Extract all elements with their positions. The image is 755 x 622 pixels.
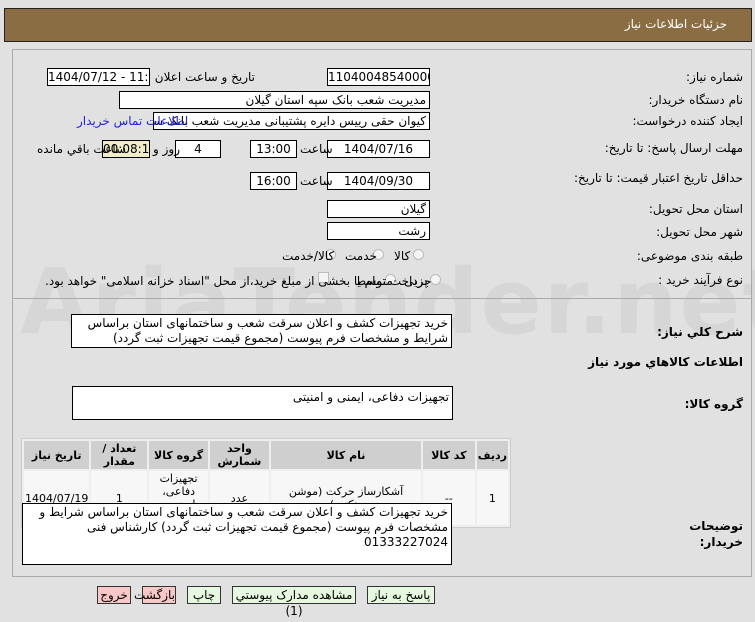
page: جزئیات اطلاعات نیاز AriaTender.net شماره…	[0, 0, 755, 622]
col-code: کد کالا	[423, 441, 475, 469]
goods-group-textarea[interactable]: تجهیزات دفاعی، ایمنی و امنیتی	[72, 386, 453, 420]
table-header-row: ردیف کد کالا نام کالا واحد شمارش گروه کا…	[24, 441, 508, 469]
creator-field: کیوان حقی رییس دایره پشتیبانی مدیریت شعب…	[153, 112, 430, 130]
purchase-radio-minor[interactable]	[430, 274, 441, 285]
validity-date-field: 1404/09/30	[327, 172, 430, 190]
notes-label: توضیحات خریدار:	[689, 519, 743, 549]
creator-label: ایجاد کننده درخواست:	[632, 114, 743, 128]
treasury-note: پرداخت تمام یا بخشی از مبلغ خرید،از محل …	[45, 274, 428, 288]
purchase-type-label: نوع فرآیند خرید :	[658, 273, 743, 287]
description-label: شرح کلي نیاز:	[657, 325, 743, 339]
buyer-label: نام دستگاه خریدار:	[648, 93, 744, 107]
buyer-field: مدیریت شعب بانک سپه استان گیلان	[119, 91, 430, 109]
description-textarea[interactable]: خرید تجهیزات کشف و اعلان سرقت شعب و ساخت…	[71, 314, 452, 348]
deadline-date-field: 1404/07/16	[327, 140, 430, 158]
city-field: رشت	[327, 222, 430, 240]
deadline-time-field: 13:00	[250, 140, 297, 158]
print-button[interactable]: چاپ	[187, 586, 221, 604]
col-name: نام کالا	[271, 441, 421, 469]
reply-button[interactable]: پاسخ به نیاز	[367, 586, 435, 604]
days-field: 4	[175, 140, 221, 158]
days-label: روز و	[153, 142, 180, 156]
validity-label: حداقل تاریخ اعتبار قیمت: تا تاریخ:	[573, 171, 743, 185]
province-label: استان محل تحویل:	[648, 202, 743, 216]
col-date: تاریخ نیاز	[24, 441, 90, 469]
category-radio-goods[interactable]	[413, 249, 424, 260]
buyer-contact-link[interactable]: اطلاعات تماس خریدار	[77, 114, 188, 128]
col-unit: واحد شمارش	[209, 441, 270, 469]
need-number-label: شماره نیاز:	[686, 70, 743, 84]
validity-time-field: 16:00	[250, 172, 297, 190]
category-option-service: خدمت	[345, 249, 377, 263]
need-number-field: 1104004854000032	[327, 68, 430, 86]
page-title: جزئیات اطلاعات نیاز	[624, 17, 727, 31]
goods-group-label: گروه کالا:	[684, 397, 743, 411]
back-button[interactable]: بازگشت	[134, 586, 176, 604]
page-header: جزئیات اطلاعات نیاز	[4, 8, 752, 42]
goods-heading: اطلاعات کالاهاي مورد نیاز	[588, 355, 743, 369]
city-label: شهر محل تحویل:	[656, 225, 743, 239]
category-option-goods: کالا	[394, 249, 411, 263]
category-option-both: کالا/خدمت	[282, 249, 335, 263]
announce-field: 1404/07/12 - 11:58	[47, 68, 150, 86]
col-row: ردیف	[476, 441, 508, 469]
category-label: طبقه بندی موضوعی:	[636, 249, 743, 263]
exit-button[interactable]: خروج	[97, 586, 131, 604]
remaining-label: ساعت باقي مانده	[37, 142, 127, 156]
view-attachments-button[interactable]: مشاهده مدارک پیوستي (1)	[232, 586, 356, 618]
cell-row: 1	[476, 471, 508, 525]
deadline-label: مهلت ارسال پاسخ: تا تاریخ:	[604, 141, 743, 155]
col-qty: تعداد / مقدار	[91, 441, 148, 469]
col-group: گروه کالا	[149, 441, 208, 469]
notes-textarea[interactable]: خرید تجهیزات کشف و اعلان سرقت شعب و ساخت…	[22, 503, 452, 565]
province-field: گیلان	[327, 200, 430, 218]
validity-time-label: ساعت	[300, 174, 333, 188]
deadline-time-label: ساعت	[300, 142, 333, 156]
divider	[12, 298, 752, 299]
